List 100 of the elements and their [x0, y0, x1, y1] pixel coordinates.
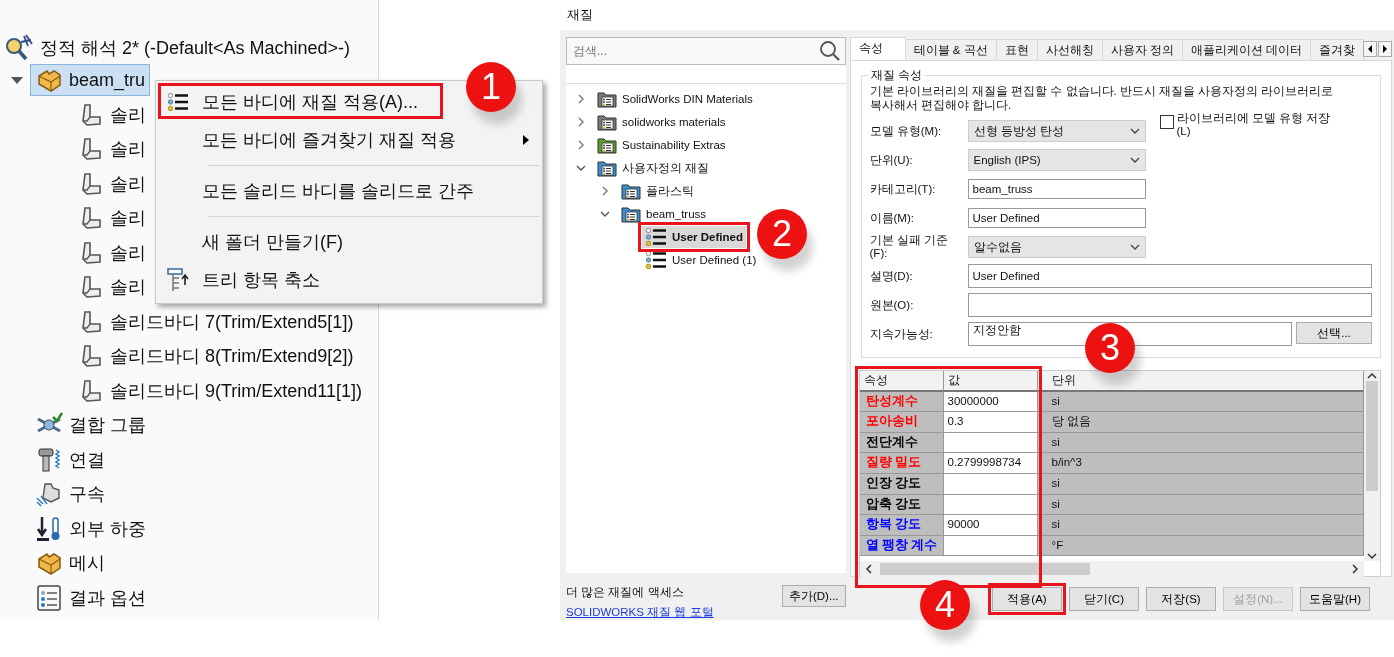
value-cell[interactable]: 0.2799998734	[943, 453, 1038, 474]
tree-item[interactable]: 솔리드바디 7(Trim/Extend5[1])	[110, 309, 354, 334]
scroll-down-icon[interactable]	[1365, 551, 1379, 561]
value-cell[interactable]: 90000	[943, 515, 1038, 536]
dialog-button[interactable]: 적용(A)	[992, 587, 1062, 611]
column-header[interactable]: 속성	[859, 371, 944, 392]
folder-icon	[621, 182, 641, 201]
folder-icon	[597, 113, 617, 132]
horizontal-scrollbar[interactable]	[859, 561, 1364, 577]
column-header[interactable]: 단위	[1037, 371, 1364, 392]
property-name: 탄성계수	[865, 393, 918, 408]
tree-item[interactable]: beam_tru	[30, 64, 151, 97]
tree-item[interactable]: 결합 그룹	[30, 409, 151, 442]
vertical-scrollbar[interactable]	[1364, 371, 1380, 561]
search-icon[interactable]	[818, 39, 841, 62]
property-name: 항복 강도	[865, 517, 921, 532]
list-icon	[645, 227, 667, 248]
dialog-button[interactable]: 저장(S)	[1146, 587, 1216, 611]
menu-item[interactable]: 모든 바디에 즐겨찾기 재질 적용	[156, 121, 542, 159]
text-field[interactable]: User Defined	[967, 208, 1146, 228]
library-folder[interactable]: solidworks materials	[594, 111, 729, 134]
folder-icon	[597, 90, 617, 109]
field-label: 카테고리(T):	[869, 182, 937, 196]
add-button[interactable]: 추가(D)...	[781, 585, 846, 607]
library-folder[interactable]: 플라스틱	[618, 180, 697, 203]
dialog-button[interactable]: 도움말(H)	[1300, 587, 1370, 611]
unit-text: si	[1051, 435, 1060, 448]
unit-text: si	[1051, 476, 1060, 489]
text-field[interactable]: User Defined	[967, 264, 1372, 288]
tree-item[interactable]: 정적 해석 2* (-Default<As Machined>-)	[40, 36, 351, 60]
info-note: 기본 라이브러리의 재질을 편집할 수 없습니다. 반드시 재질을 사용자정의 라이브러리로 복사해서 편집해야 합니다.	[869, 84, 1335, 112]
library-folder[interactable]: 사용자정의 재질	[594, 157, 713, 180]
value-cell[interactable]: 0.3	[943, 412, 1038, 433]
menu-item[interactable]: 모든 바디에 재질 적용(A)...	[156, 83, 458, 121]
tree-item[interactable]: 솔리	[110, 275, 146, 300]
list-icon	[167, 92, 189, 112]
dropdown[interactable]: English (IPS)	[967, 149, 1146, 171]
text-field[interactable]: beam_truss	[967, 179, 1146, 199]
chevron-right-icon[interactable]	[600, 186, 610, 197]
select-button[interactable]: 선택...	[1296, 322, 1372, 344]
tree-item[interactable]: 결과 옵션	[30, 581, 151, 614]
property-name: 열 팽창 계수	[865, 537, 938, 552]
chevron-down-icon	[1129, 243, 1140, 251]
unit-text: b/in^3	[1051, 456, 1082, 469]
unit-text: si	[1051, 518, 1060, 531]
tree-item[interactable]: 연결	[30, 443, 110, 476]
tree-item[interactable]: 솔리	[110, 171, 146, 196]
list-icon	[645, 250, 667, 271]
chevron-right-icon[interactable]	[576, 94, 586, 105]
property-name: 전단계수	[865, 434, 918, 449]
chevron-right-icon[interactable]	[576, 117, 586, 128]
scroll-right-icon[interactable]	[1350, 562, 1360, 576]
collapse-tree-icon	[165, 267, 191, 293]
field-label: 원본(O):	[869, 298, 915, 312]
expand-triangle-icon[interactable]	[10, 75, 24, 86]
column-header[interactable]: 값	[943, 371, 1038, 392]
folder-icon	[621, 205, 641, 224]
search-input[interactable]: 검색...	[571, 42, 819, 59]
tree-item[interactable]: 솔리	[110, 240, 146, 265]
field-label: 단위(U):	[869, 153, 914, 167]
tab[interactable]: 즐겨찾	[1310, 39, 1364, 60]
scroll-left-icon[interactable]	[863, 562, 874, 576]
menu-item[interactable]: 트리 항목 축소	[156, 261, 542, 299]
tree-item[interactable]: 외부 하중	[30, 512, 151, 545]
fixture-icon	[35, 480, 63, 509]
tree-item[interactable]: 메시	[30, 547, 110, 580]
scroll-up-icon[interactable]	[1365, 371, 1379, 381]
portal-link[interactable]: SOLIDWORKS 재질 웹 포털	[566, 605, 714, 620]
access-note: 더 많은 재질에 액세스	[566, 585, 685, 600]
chevron-down-icon	[1129, 127, 1140, 135]
tree-item[interactable]: 솔리	[110, 137, 146, 162]
unit-text: si	[1051, 394, 1060, 407]
field-label: 설명(D):	[869, 269, 914, 283]
tree-item[interactable]: 솔리드바디 9(Trim/Extend11[1])	[110, 378, 363, 403]
text-field[interactable]	[967, 293, 1372, 317]
scroll-left-icon[interactable]	[1363, 41, 1377, 57]
tab[interactable]: 속성	[849, 37, 906, 60]
tree-item[interactable]: 구속	[30, 478, 110, 511]
results-icon	[35, 583, 63, 612]
dialog-button[interactable]: 닫기(C)	[1069, 587, 1139, 611]
material-item[interactable]: User Defined (1)	[642, 249, 760, 272]
scroll-right-icon[interactable]	[1378, 41, 1392, 57]
library-folder[interactable]: SolidWorks DIN Materials	[594, 88, 756, 111]
field-label: 기본 실패 기준(F):	[869, 234, 949, 260]
tree-item[interactable]: 솔리드바디 8(Trim/Extend9[2])	[110, 344, 354, 369]
folder-icon	[597, 136, 617, 155]
tree-item[interactable]: 솔리	[110, 206, 146, 231]
unit-text: 당 없음	[1051, 415, 1091, 428]
tree-item[interactable]: 솔리	[110, 102, 146, 127]
menu-item[interactable]: 새 폴더 만들기(F)	[156, 210, 542, 261]
chevron-down-icon	[1129, 156, 1140, 164]
dropdown[interactable]: 알수없음	[967, 236, 1146, 258]
menu-item[interactable]: 모든 솔리드 바디를 솔리드로 간주	[156, 159, 542, 210]
property-name: 질량 밀도	[865, 455, 921, 470]
search-field[interactable]: 검색...	[566, 37, 846, 65]
dropdown[interactable]: 선형 등방성 탄성	[967, 120, 1146, 142]
library-folder[interactable]: beam_truss	[618, 203, 710, 226]
library-folder[interactable]: Sustainability Extras	[594, 134, 729, 157]
checkbox[interactable]	[1159, 115, 1174, 129]
chevron-right-icon[interactable]	[576, 140, 586, 151]
